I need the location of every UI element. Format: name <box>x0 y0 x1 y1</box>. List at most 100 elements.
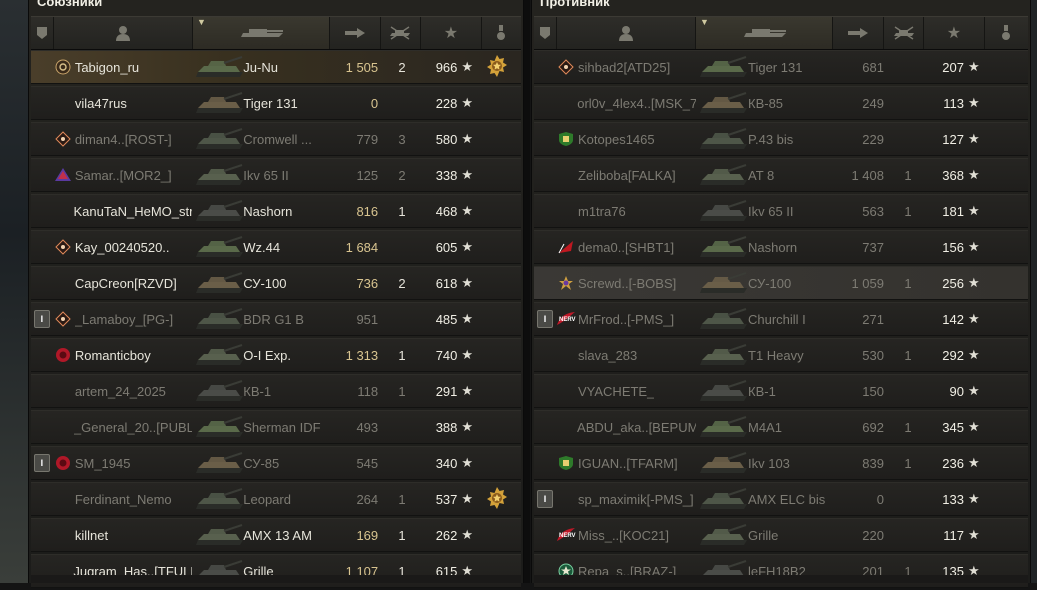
player-row[interactable]: Kay_00240520.. Wz.44 1 684 605 ★ <box>31 230 521 264</box>
xp-value: 228 <box>435 95 458 111</box>
player-row[interactable]: I NERV MrFrod..[-PMS_] Churchill I 271 142 ★ <box>534 302 1028 336</box>
player-row[interactable]: sihbad2[ATD25] Tiger 131 681 207 ★ <box>534 50 1028 84</box>
player-cell: sp_maximik[-PMS_] <box>556 483 696 515</box>
damage-cell: 1 408 <box>834 168 888 183</box>
tank-name: Leopard <box>243 491 291 507</box>
xp-value: 345 <box>942 419 964 435</box>
player-cell: NERV Miss_..[KOC21] <box>556 519 696 551</box>
player-row[interactable]: I SM_1945 СУ-85 545 340 ★ <box>31 446 521 480</box>
player-row[interactable]: Romanticboy O-I Exp. 1 313 1 740 ★ <box>31 338 521 372</box>
squad-icon[interactable] <box>31 17 54 49</box>
tank-name: СУ-100 <box>748 275 792 291</box>
player-name: vila47rus <box>74 95 127 111</box>
xp-star-icon: ★ <box>968 347 980 362</box>
damage-value: 220 <box>862 527 884 543</box>
medal-icon[interactable] <box>486 54 508 80</box>
damage-cell: 0 <box>329 96 383 111</box>
player-row[interactable]: CapCreon[RZVD] СУ-100 736 2 618 ★ <box>31 266 521 300</box>
damage-value: 737 <box>862 239 884 255</box>
player-row[interactable]: Samar..[MOR2_] Ikv 65 II 125 2 338 ★ <box>31 158 521 192</box>
xp-value: 388 <box>435 419 458 435</box>
player-row[interactable]: Kotopes1465 P.43 bis 229 127 ★ <box>534 122 1028 156</box>
medal-icon[interactable] <box>486 486 508 512</box>
damage-icon[interactable] <box>330 17 381 49</box>
damage-value: 249 <box>862 95 884 111</box>
xp-star-icon: ★ <box>968 419 980 434</box>
xp-cell: 90 ★ <box>928 383 980 399</box>
player-row[interactable]: VYACHETE_ КВ-1 150 90 ★ <box>534 374 1028 408</box>
player-row[interactable]: KanuTaN_HeMO_str.. Nashorn 816 1 468 ★ <box>31 194 521 228</box>
tank-icon[interactable]: ▼ <box>696 17 834 49</box>
squad-cell <box>534 411 556 443</box>
tank-image <box>696 519 748 551</box>
player-row[interactable]: _General_20..[PUBL] Sherman IDF 493 388 ★ <box>31 410 521 444</box>
player-name: diman4..[ROST-] <box>74 131 172 147</box>
xp-star-icon: ★ <box>968 527 980 542</box>
player-row[interactable]: Tabigon_ru Ju-Nu 1 505 2 966 ★ <box>31 50 521 84</box>
player-row[interactable]: artem_24_2025 КВ-1 118 1 291 ★ <box>31 374 521 408</box>
red-circle-emblem-icon <box>53 347 73 363</box>
squad-cell <box>534 123 556 155</box>
damage-value: 1 059 <box>851 275 884 291</box>
squad-icon[interactable] <box>534 17 557 49</box>
player-row[interactable]: Isp_maximik[-PMS_] AMX ELC bis 0 133 ★ <box>534 482 1028 516</box>
allies-footer <box>31 575 521 583</box>
xp-star-icon[interactable]: ★ <box>924 17 985 49</box>
tank-cell: Ikv 103 <box>748 447 834 479</box>
damage-value: 563 <box>862 203 884 219</box>
player-row[interactable]: diman4..[ROST-] Cromwell ... 779 3 580 ★ <box>31 122 521 156</box>
player-cell: Tabigon_ru <box>53 51 192 83</box>
player-row[interactable]: I _Lamaboy_[PG-] BDR G1 B 951 485 ★ <box>31 302 521 336</box>
damage-icon[interactable] <box>833 17 884 49</box>
player-row[interactable]: slava_283 T1 Heavy 530 1 292 ★ <box>534 338 1028 372</box>
player-icon[interactable] <box>54 17 194 49</box>
tank-name: СУ-100 <box>243 275 287 291</box>
xp-value: 338 <box>435 167 458 183</box>
kills-icon[interactable] <box>884 17 925 49</box>
player-row[interactable]: NERV Miss_..[KOC21] Grille 220 117 ★ <box>534 518 1028 552</box>
player-row[interactable]: IGUAN..[TFARM] Ikv 103 839 1 236 ★ <box>534 446 1028 480</box>
damage-value: 692 <box>862 419 884 435</box>
kills-icon[interactable] <box>381 17 422 49</box>
tank-name: КВ-1 <box>748 383 776 399</box>
player-row[interactable]: m1tra76 Ikv 65 II 563 1 181 ★ <box>534 194 1028 228</box>
tank-icon[interactable]: ▼ <box>193 17 331 49</box>
player-cell: Zeliboba[FALKA] <box>556 159 696 191</box>
player-row[interactable]: orl0v_4lex4..[MSK_7] КВ-85 249 113 ★ <box>534 86 1028 120</box>
xp-value: 90 <box>949 383 964 399</box>
xp-star-icon[interactable]: ★ <box>421 17 482 49</box>
medal-column-icon[interactable] <box>482 17 522 49</box>
damage-cell: 839 <box>834 456 888 471</box>
player-row[interactable]: Screwd..[-BOBS] СУ-100 1 059 1 256 ★ <box>534 266 1028 300</box>
tank-thumbnail <box>700 128 747 149</box>
player-row[interactable]: ABDU_aka..[BEPUM] M4A1 692 1 345 ★ <box>534 410 1028 444</box>
player-row[interactable]: Ferdinant_Nemo Leopard 264 1 537 ★ <box>31 482 521 516</box>
tank-image <box>192 303 244 335</box>
medal-column-icon[interactable] <box>985 17 1028 49</box>
kills-cell: 2 <box>382 168 422 183</box>
kills-value: 1 <box>904 419 912 435</box>
tank-name: Churchill I <box>748 311 806 327</box>
xp-cell: 605 ★ <box>422 239 474 255</box>
squad-cell <box>534 87 556 119</box>
player-row[interactable]: killnet AMX 13 AM 169 1 262 ★ <box>31 518 521 552</box>
squad-cell <box>31 231 53 263</box>
damage-value: 264 <box>356 491 379 507</box>
player-icon[interactable] <box>557 17 697 49</box>
player-row[interactable]: dema0..[SHBT1] Nashorn 737 156 ★ <box>534 230 1028 264</box>
xp-value: 618 <box>435 275 458 291</box>
player-name: KanuTaN_HeMO_str.. <box>73 203 192 219</box>
squad-cell <box>31 375 53 407</box>
player-cell: diman4..[ROST-] <box>53 123 192 155</box>
player-row[interactable]: Zeliboba[FALKA] AT 8 1 408 1 368 ★ <box>534 158 1028 192</box>
player-name: IGUAN..[TFARM] <box>578 455 678 471</box>
allies-title: Союзники <box>37 0 103 9</box>
damage-cell: 530 <box>834 348 888 363</box>
xp-star-icon: ★ <box>968 311 980 326</box>
xp-value: 181 <box>942 203 964 219</box>
xp-star-icon: ★ <box>461 311 474 326</box>
player-row[interactable]: vila47rus Tiger 131 0 228 ★ <box>31 86 521 120</box>
tank-image <box>192 231 244 263</box>
star-emblem-icon <box>556 275 576 291</box>
kills-cell: 1 <box>888 348 928 363</box>
